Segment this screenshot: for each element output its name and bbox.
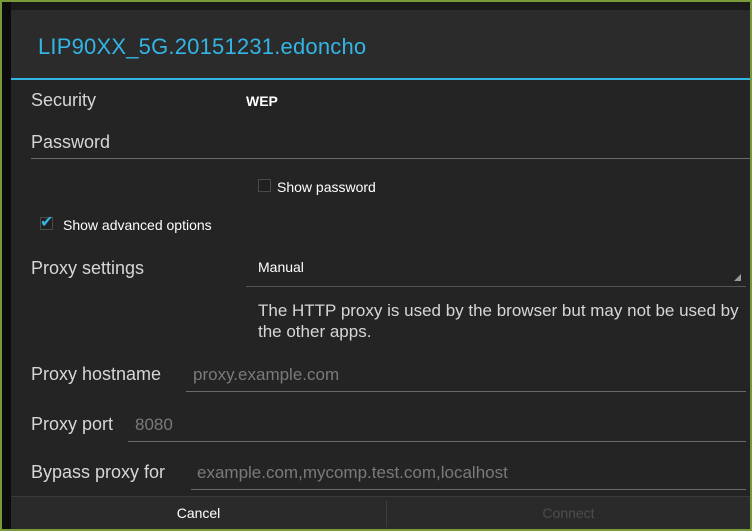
password-underline (31, 158, 750, 159)
proxy-settings-label: Proxy settings (31, 258, 145, 278)
security-value: WEP (246, 93, 278, 109)
connect-button[interactable]: Connect (387, 497, 750, 529)
security-label: Security (31, 90, 97, 110)
proxy-hostname-label: Proxy hostname (31, 364, 162, 384)
show-advanced-label[interactable]: Show advanced options (63, 217, 212, 233)
proxy-hostname-field[interactable]: proxy.example.com (193, 365, 339, 385)
proxy-settings-spinner[interactable]: Manual (246, 253, 746, 283)
proxy-settings-underline (246, 286, 746, 287)
proxy-settings-value: Manual (258, 259, 304, 275)
wifi-config-dialog: LIP90XX_5G.20151231.edoncho Security WEP… (11, 10, 750, 529)
spinner-arrow-icon (734, 274, 741, 281)
show-password-label[interactable]: Show password (277, 179, 376, 195)
button-bar: Cancel Connect (11, 496, 750, 529)
bypass-proxy-field[interactable]: example.com,mycomp.test.com,localhost (197, 463, 508, 483)
cancel-button[interactable]: Cancel (11, 497, 386, 529)
password-field[interactable] (31, 128, 750, 158)
proxy-info-text: The HTTP proxy is used by the browser bu… (258, 301, 739, 341)
proxy-hostname-underline (186, 391, 746, 392)
bypass-proxy-underline (191, 489, 746, 490)
background-strip (2, 2, 11, 529)
checkmark-icon: ✔ (40, 214, 54, 231)
show-password-checkbox[interactable] (258, 179, 271, 192)
dialog-title: LIP90XX_5G.20151231.edoncho (38, 34, 367, 59)
screen-frame: LIP90XX_5G.20151231.edoncho Security WEP… (2, 2, 750, 529)
proxy-port-underline (128, 441, 746, 442)
dialog-titlebar: LIP90XX_5G.20151231.edoncho (11, 10, 750, 80)
bypass-proxy-label: Bypass proxy for (31, 462, 166, 482)
proxy-port-field[interactable]: 8080 (135, 415, 173, 435)
proxy-port-label: Proxy port (31, 414, 114, 434)
